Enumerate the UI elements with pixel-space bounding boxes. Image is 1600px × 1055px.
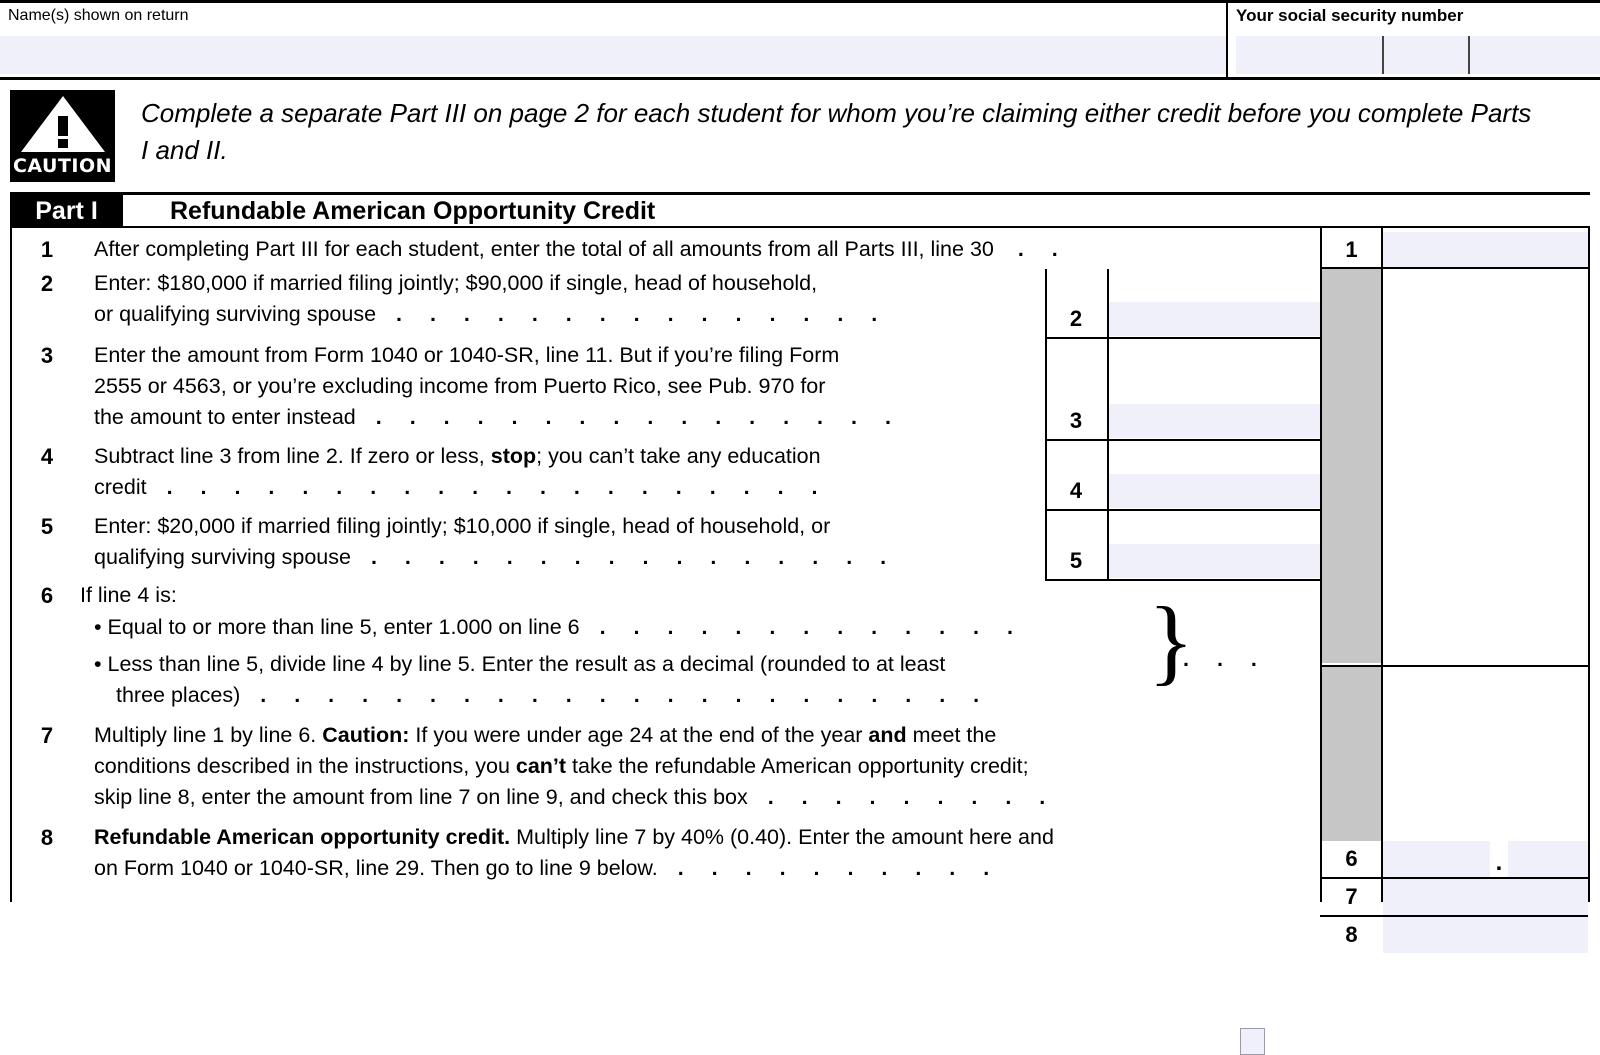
line-4-leader-dots: . . . . . . . . . . . . . . . . . . . . <box>166 475 829 499</box>
page-right-border <box>1588 228 1590 902</box>
line-6-bullet-1-text: • Equal to or more than line 5, enter 1.… <box>94 615 1024 639</box>
line-1-amount-input[interactable] <box>1383 232 1588 267</box>
line-6-value-fraction-input[interactable] <box>1508 841 1588 877</box>
line-6-top-rule <box>1320 665 1588 667</box>
line-3-leader-dots: . . . . . . . . . . . . . . . . <box>375 405 902 429</box>
line-6-bullet-2-dots: . . . . . . . . . . . . . . . . . . . . … <box>260 683 991 707</box>
line-4-text: Subtract line 3 from line 2. If zero or … <box>94 444 829 499</box>
line-3-text: Enter the amount from Form 1040 or 1040-… <box>94 343 902 429</box>
form-header: Name(s) shown on return Your social secu… <box>0 0 1600 80</box>
line-8-number-box: 8 <box>1322 917 1381 953</box>
ssn-label: Your social security number <box>1236 6 1464 25</box>
line-1-bottom-rule <box>1320 267 1588 269</box>
shaded-column-lines-2-5 <box>1322 267 1381 663</box>
line-5-number-box: 5 <box>1069 548 1083 573</box>
ssn-cell: Your social security number <box>1228 3 1600 77</box>
name-label: Name(s) shown on return <box>8 7 189 24</box>
line-7-cant-emphasis: can’t <box>515 754 567 778</box>
line-5-number: 5 <box>40 514 54 539</box>
line-5-leader-dots: . . . . . . . . . . . . . . . . <box>370 545 898 569</box>
line-7-and-emphasis: and <box>868 723 907 747</box>
line-4-stop-emphasis: stop <box>490 444 537 468</box>
line-6-bullet-1-dots: . . . . . . . . . . . . . <box>599 615 1024 639</box>
line-8-leader-dots: . . . . . . . . . . <box>677 856 1001 880</box>
line-2-amount-input[interactable] <box>1109 302 1320 336</box>
ssn-input-part2[interactable] <box>1384 36 1468 74</box>
part-tag: Part I <box>10 195 123 228</box>
line-2-leader-dots: . . . . . . . . . . . . . . . <box>396 302 889 326</box>
line-6-intro: If line 4 is: <box>80 583 177 607</box>
line-6-bullet-2-text: • Less than line 5, divide line 4 by lin… <box>94 652 991 707</box>
line-7-amount-input[interactable] <box>1383 879 1588 915</box>
exclamation-stem-icon <box>57 116 68 136</box>
line-5-amount-input[interactable] <box>1109 544 1320 578</box>
line-1-number: 1 <box>40 237 54 262</box>
part-title: Refundable American Opportunity Credit <box>170 197 656 225</box>
line-6-outer-dots: . . . <box>1183 647 1268 671</box>
line-2-number-box: 2 <box>1069 306 1083 331</box>
name-cell: Name(s) shown on return <box>0 3 1228 77</box>
line-5-text: Enter: $20,000 if married filing jointly… <box>94 514 898 569</box>
name-input[interactable] <box>0 36 1226 74</box>
ssn-input-group <box>1236 36 1600 74</box>
line-6-number: 6 <box>40 583 54 608</box>
line-2-bottom-rule <box>1045 337 1321 339</box>
line-3-amount-input[interactable] <box>1109 404 1320 438</box>
line-7-number: 7 <box>40 723 54 748</box>
caution-notice: CAUTION Complete a separate Part III on … <box>0 77 1600 192</box>
line-4-bottom-rule <box>1045 509 1321 511</box>
caution-icon-caption: CAUTION <box>12 155 113 177</box>
ssn-input-part3[interactable] <box>1470 36 1600 74</box>
line-1-number-box: 1 <box>1345 237 1358 262</box>
number-column-right-border <box>1381 228 1383 902</box>
caution-icon: CAUTION <box>10 90 115 182</box>
line-6-number-box: 6 <box>1322 841 1381 877</box>
line-4-number-box: 4 <box>1069 478 1083 503</box>
line-7-caution-emphasis: Caution: <box>322 723 410 747</box>
line-4-number: 4 <box>40 444 54 469</box>
line-6-decimal-point: . <box>1495 849 1503 876</box>
ssn-input-part1[interactable] <box>1236 36 1382 74</box>
line-7-number-box: 7 <box>1322 879 1381 915</box>
line-7-leader-dots: . . . . . . . . . <box>767 785 1057 809</box>
page-left-border <box>10 228 12 902</box>
line-2-number: 2 <box>40 271 54 296</box>
line-8-text: Refundable American opportunity credit. … <box>94 825 1054 880</box>
line-7-checkbox[interactable] <box>1240 1028 1265 1055</box>
line-8-number: 8 <box>40 825 54 850</box>
line-7-text: Multiply line 1 by line 6. Caution: If y… <box>94 723 1057 809</box>
part-i-header: Part I Refundable American Opportunity C… <box>10 192 1590 228</box>
shaded-column-line-6 <box>1322 665 1381 841</box>
line-8-amount-input[interactable] <box>1383 917 1588 953</box>
line-8-title-emphasis: Refundable American opportunity credit. <box>94 825 511 849</box>
line-3-number-box: 3 <box>1069 408 1083 433</box>
line-3-bottom-rule <box>1045 439 1321 441</box>
line-1-leader-dots: . . <box>1017 237 1069 261</box>
exclamation-dot-icon <box>57 139 68 148</box>
line-2-text: Enter: $180,000 if married filing jointl… <box>94 271 889 326</box>
line-3-number: 3 <box>40 343 54 368</box>
caution-text: Complete a separate Part III on page 2 f… <box>141 98 1532 165</box>
line-5-bottom-rule <box>1045 579 1321 581</box>
line-4-amount-input[interactable] <box>1109 474 1320 508</box>
line-6-value-whole-input[interactable] <box>1383 841 1490 877</box>
form-body: 1 After completing Part III for each stu… <box>0 228 1600 1055</box>
line-1-text: After completing Part III for each stude… <box>94 237 1069 261</box>
